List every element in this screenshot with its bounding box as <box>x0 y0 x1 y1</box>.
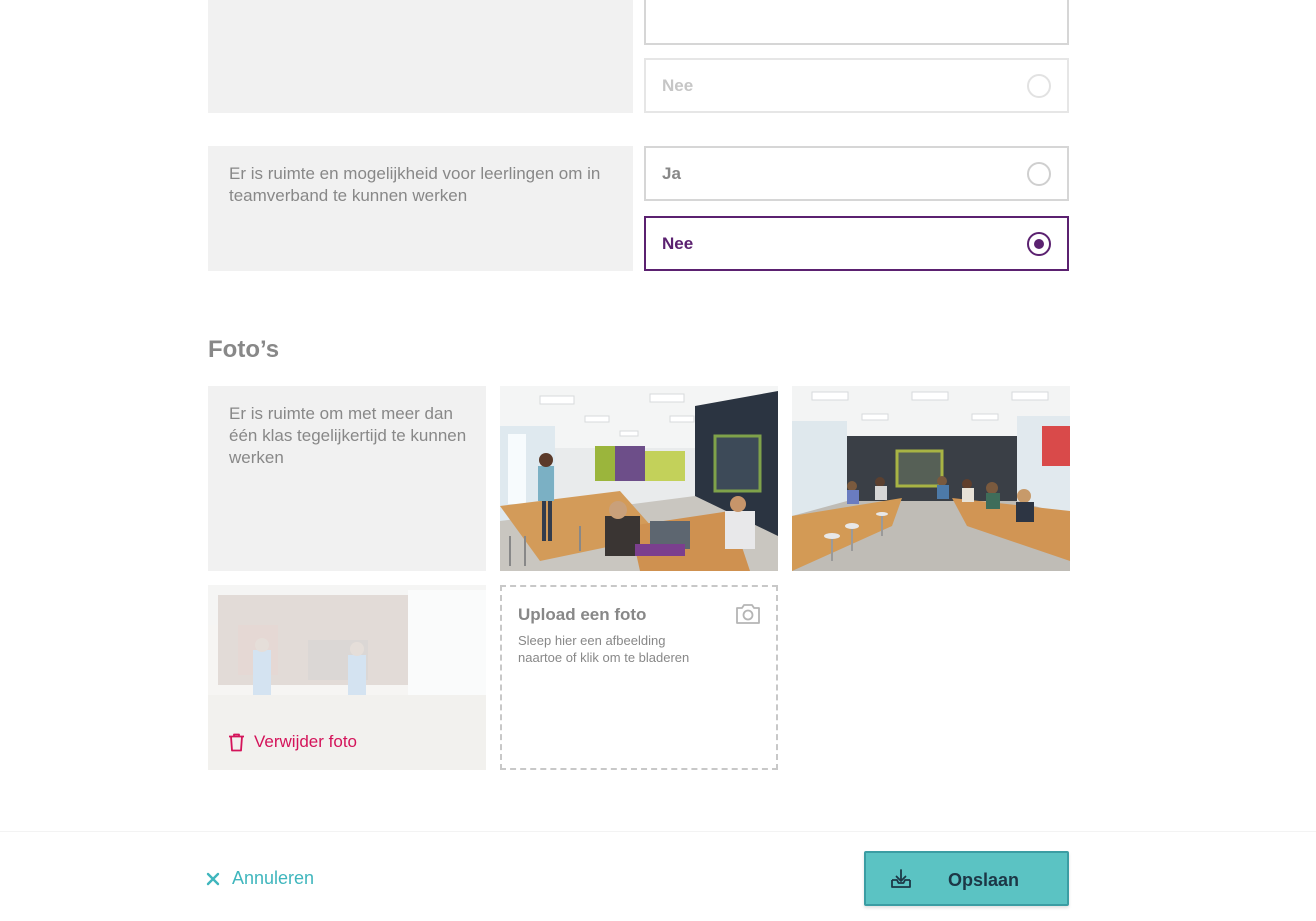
radio-icon[interactable] <box>1027 73 1051 98</box>
delete-photo-button[interactable]: Verwijder foto <box>228 732 357 752</box>
option-label: Nee <box>662 75 694 95</box>
upload-description: Sleep hier een afbeelding naartoe of kli… <box>518 633 690 665</box>
photo-upload-dropzone[interactable]: Upload een foto Sleep hier een afbeeldin… <box>500 585 778 770</box>
radio-icon[interactable] <box>1027 161 1051 186</box>
cancel-label: Annuleren <box>232 868 315 888</box>
camera-icon <box>736 604 760 624</box>
footer-bar: Annuleren Opslaan <box>0 832 1316 921</box>
option-partial[interactable] <box>644 0 1069 45</box>
section-title: Foto’s <box>208 336 280 363</box>
question-text: Er is ruimte en mogelijkheid voor leerli… <box>229 164 601 205</box>
classroom-photo-3[interactable]: Verwijder foto <box>208 585 486 770</box>
delete-photo-label: Verwijder foto <box>254 732 357 751</box>
option-nee-selected[interactable]: Nee <box>644 216 1069 271</box>
classroom-photo-2[interactable] <box>792 386 1070 571</box>
trash-icon <box>229 733 244 751</box>
download-tray-icon <box>891 869 911 888</box>
option-label: Ja <box>662 163 681 183</box>
classroom-photo-1[interactable] <box>500 386 778 571</box>
upload-title: Upload een foto <box>518 605 647 624</box>
save-label: Opslaan <box>948 870 1020 890</box>
radio-icon-selected[interactable] <box>1027 231 1051 256</box>
option-nee[interactable]: Nee <box>644 58 1069 113</box>
question-text-box: Er is ruimte en mogelijkheid voor leerli… <box>208 146 633 271</box>
cancel-button[interactable]: Annuleren <box>206 868 314 889</box>
close-icon <box>206 872 220 885</box>
save-button[interactable]: Opslaan <box>864 851 1069 906</box>
photo-question-text-box: Er is ruimte om met meer dan één klas te… <box>208 386 486 571</box>
question-text-box <box>208 0 633 113</box>
option-label: Nee <box>662 233 694 253</box>
question-text: Er is ruimte om met meer dan één klas te… <box>229 404 467 467</box>
option-ja[interactable]: Ja <box>644 146 1069 201</box>
